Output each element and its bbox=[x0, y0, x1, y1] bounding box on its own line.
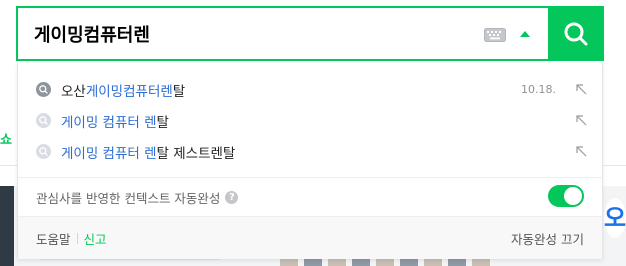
suggestion-item[interactable]: 게이밍 컴퓨터 렌탈 bbox=[18, 105, 602, 136]
fill-query-arrow-icon[interactable] bbox=[575, 114, 588, 127]
suggestion-text: 게이밍 컴퓨터 렌탈 제스트렌탈 bbox=[61, 145, 236, 162]
suggestion-text: 게이밍 컴퓨터 렌탈 bbox=[61, 114, 169, 131]
dropdown-footer: 도움말 신고 자동완성 끄기 bbox=[18, 216, 602, 259]
search-box bbox=[16, 6, 604, 61]
help-icon[interactable]: ? bbox=[225, 190, 239, 204]
search-icon bbox=[564, 22, 588, 45]
suggestion-text: 오산게이밍컴퓨터렌탈 bbox=[61, 83, 186, 100]
autocomplete-dropdown: 오산게이밍컴퓨터렌탈 10.18. 게이밍 컴퓨터 렌탈 게이밍 컴퓨터 렌탈 … bbox=[17, 63, 603, 259]
search-button[interactable] bbox=[548, 6, 604, 61]
toggle-knob bbox=[564, 187, 582, 205]
report-link[interactable]: 신고 bbox=[84, 229, 107, 248]
banner-dark-edge bbox=[0, 186, 14, 266]
collapse-arrow-icon[interactable] bbox=[520, 30, 530, 37]
keyboard-icon[interactable] bbox=[484, 27, 506, 42]
fill-query-arrow-icon[interactable] bbox=[575, 145, 588, 158]
fill-query-arrow-icon[interactable] bbox=[575, 83, 588, 96]
help-link[interactable]: 도움말 bbox=[36, 229, 71, 248]
suggestion-date: 10.18. bbox=[521, 83, 556, 96]
search-suggest-icon bbox=[36, 113, 51, 128]
autocomplete-off-link[interactable]: 자동완성 끄기 bbox=[511, 229, 584, 248]
search-suggest-icon bbox=[36, 144, 51, 159]
footer-separator bbox=[76, 232, 78, 244]
suggestion-item[interactable]: 게이밍 컴퓨터 렌탈 제스트렌탈 bbox=[18, 136, 602, 167]
suggestion-item-history[interactable]: 오산게이밍컴퓨터렌탈 10.18. bbox=[18, 74, 602, 105]
context-autocomplete-label: 관심사를 반영한 컨텍스트 자동완성 bbox=[36, 190, 221, 206]
background-tab: 쇼 bbox=[0, 133, 12, 148]
search-input[interactable] bbox=[18, 8, 484, 59]
suggestion-list: 오산게이밍컴퓨터렌탈 10.18. 게이밍 컴퓨터 렌탈 게이밍 컴퓨터 렌탈 … bbox=[18, 74, 602, 167]
context-autocomplete-row: 관심사를 반영한 컨텍스트 자동완성 ? bbox=[18, 178, 602, 216]
history-search-icon bbox=[36, 82, 51, 97]
banner-edge-glyph: 오 bbox=[604, 198, 626, 238]
context-autocomplete-toggle[interactable] bbox=[548, 185, 584, 207]
